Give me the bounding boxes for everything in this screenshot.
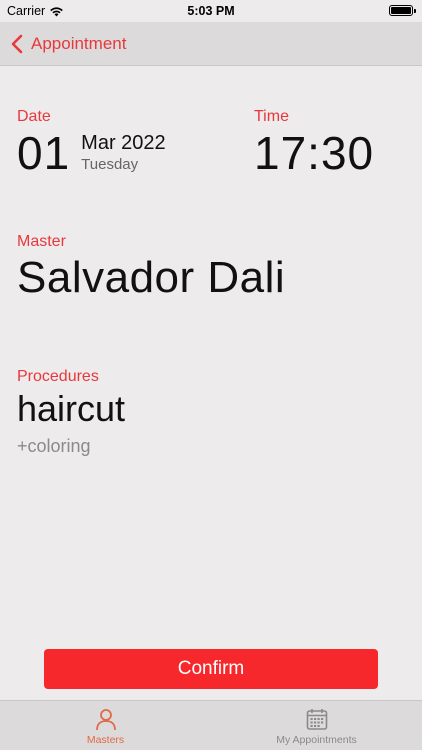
time-label: Time — [254, 108, 289, 125]
procedures-label: Procedures — [17, 368, 99, 385]
tab-bar: Masters My Appointments — [0, 700, 422, 750]
date-value: 01 Mar 2022 Tuesday — [17, 130, 166, 176]
status-bar: Carrier 5:03 PM — [0, 0, 422, 22]
day-number: 01 — [17, 127, 71, 179]
time-section: Time 17:30 — [254, 108, 374, 176]
master-section: Master Salvador Dali — [17, 233, 285, 303]
back-label: Appointment — [31, 33, 127, 53]
confirm-button[interactable]: Confirm — [44, 649, 378, 689]
time-value: 17:30 — [254, 127, 375, 179]
battery-icon — [389, 5, 416, 16]
person-icon — [95, 709, 116, 731]
procedures-section: Procedures haircut +coloring — [17, 368, 125, 457]
master-name: Salvador Dali — [17, 253, 286, 302]
tab-label-my-appointments: My Appointments — [276, 734, 357, 746]
procedure-extra: +coloring — [17, 436, 91, 456]
weekday: Tuesday — [81, 156, 139, 173]
calendar-icon — [306, 709, 327, 730]
tab-my-appointments[interactable]: My Appointments — [211, 701, 422, 750]
date-label: Date — [17, 108, 51, 125]
month-year: Mar 2022 — [81, 132, 166, 154]
back-button[interactable]: Appointment — [11, 34, 126, 54]
tab-label-masters: Masters — [86, 734, 125, 746]
month-block: Mar 2022 Tuesday — [81, 132, 166, 173]
navigation-bar: Appointment — [0, 22, 422, 66]
procedure-main: haircut — [17, 388, 126, 429]
date-section: Date 01 Mar 2022 Tuesday — [17, 108, 166, 176]
chevron-left-icon — [11, 34, 23, 53]
status-time: 5:03 PM — [187, 4, 235, 18]
tab-masters[interactable]: Masters — [0, 701, 211, 750]
master-label: Master — [17, 233, 66, 250]
